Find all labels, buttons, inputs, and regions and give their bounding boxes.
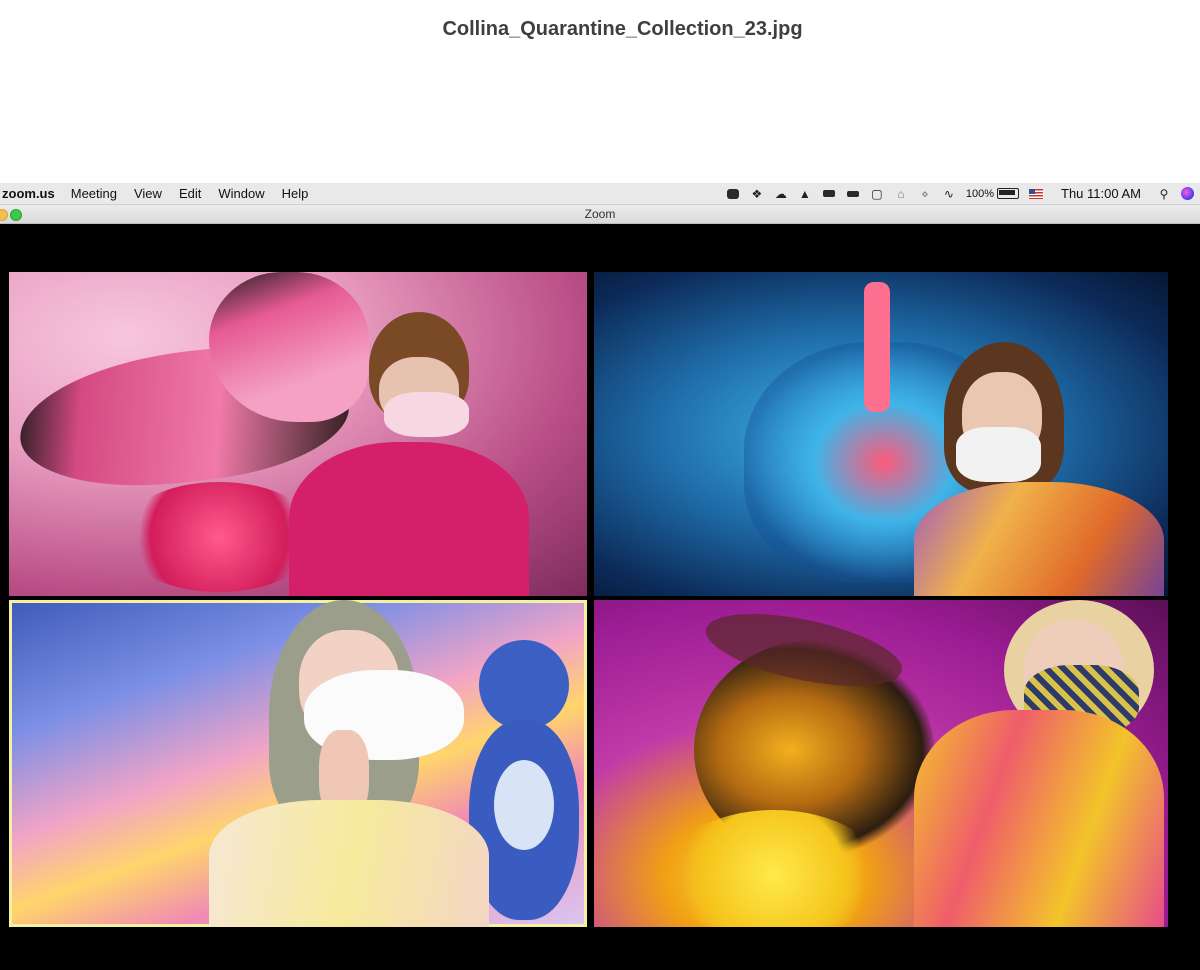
search-icon[interactable]: ⚲ (1157, 187, 1171, 201)
participant-video-4[interactable] (594, 600, 1168, 927)
window-title: Zoom (584, 207, 616, 221)
keyboard-icon[interactable] (846, 188, 860, 199)
dropbox-icon[interactable]: ❖ (750, 187, 764, 201)
person-4 (904, 600, 1168, 927)
notification-icon[interactable]: ▲ (798, 187, 812, 201)
menubar: zoom.us Meeting View Edit Window Help ❖ … (0, 183, 1200, 205)
home-icon[interactable]: ⌂ (894, 187, 908, 201)
creative-cloud-icon[interactable]: ☁ (774, 187, 788, 201)
trachea (864, 282, 890, 412)
person-2 (914, 342, 1164, 596)
menu-meeting[interactable]: Meeting (71, 186, 117, 201)
file-title: Collina_Quarantine_Collection_23.jpg (442, 18, 803, 40)
menu-help[interactable]: Help (282, 186, 309, 201)
zoom-button[interactable] (10, 209, 22, 221)
menu-window[interactable]: Window (218, 186, 264, 201)
window-titlebar: Zoom (0, 205, 1200, 224)
screen-icon[interactable]: ▢ (870, 187, 884, 201)
person-1 (289, 312, 529, 596)
menu-edit[interactable]: Edit (179, 186, 201, 201)
status-area: ❖ ☁ ▲ ▢ ⌂ ⋄ ∿ 100% Thu 11:00 AM ⚲ (726, 183, 1194, 204)
clock[interactable]: Thu 11:00 AM (1061, 186, 1141, 201)
participant-video-2[interactable] (594, 272, 1168, 596)
display-icon[interactable] (822, 188, 836, 199)
battery-icon[interactable]: 100% (965, 187, 1020, 200)
us-flag-icon[interactable] (1029, 188, 1044, 199)
wifi-icon[interactable]: ∿ (942, 187, 956, 201)
person-3 (209, 600, 489, 927)
zoom-gallery-view (0, 224, 1200, 970)
minimize-button[interactable] (0, 209, 8, 221)
menu-view[interactable]: View (134, 186, 162, 201)
zoom-camera-icon[interactable] (726, 188, 740, 199)
app-menu[interactable]: zoom.us (2, 186, 55, 201)
participant-video-3[interactable] (9, 600, 587, 927)
siri-icon[interactable] (1181, 187, 1194, 200)
battery-percent: 100% (965, 187, 995, 200)
bluetooth-icon[interactable]: ⋄ (918, 187, 932, 201)
participant-video-1[interactable] (9, 272, 587, 596)
